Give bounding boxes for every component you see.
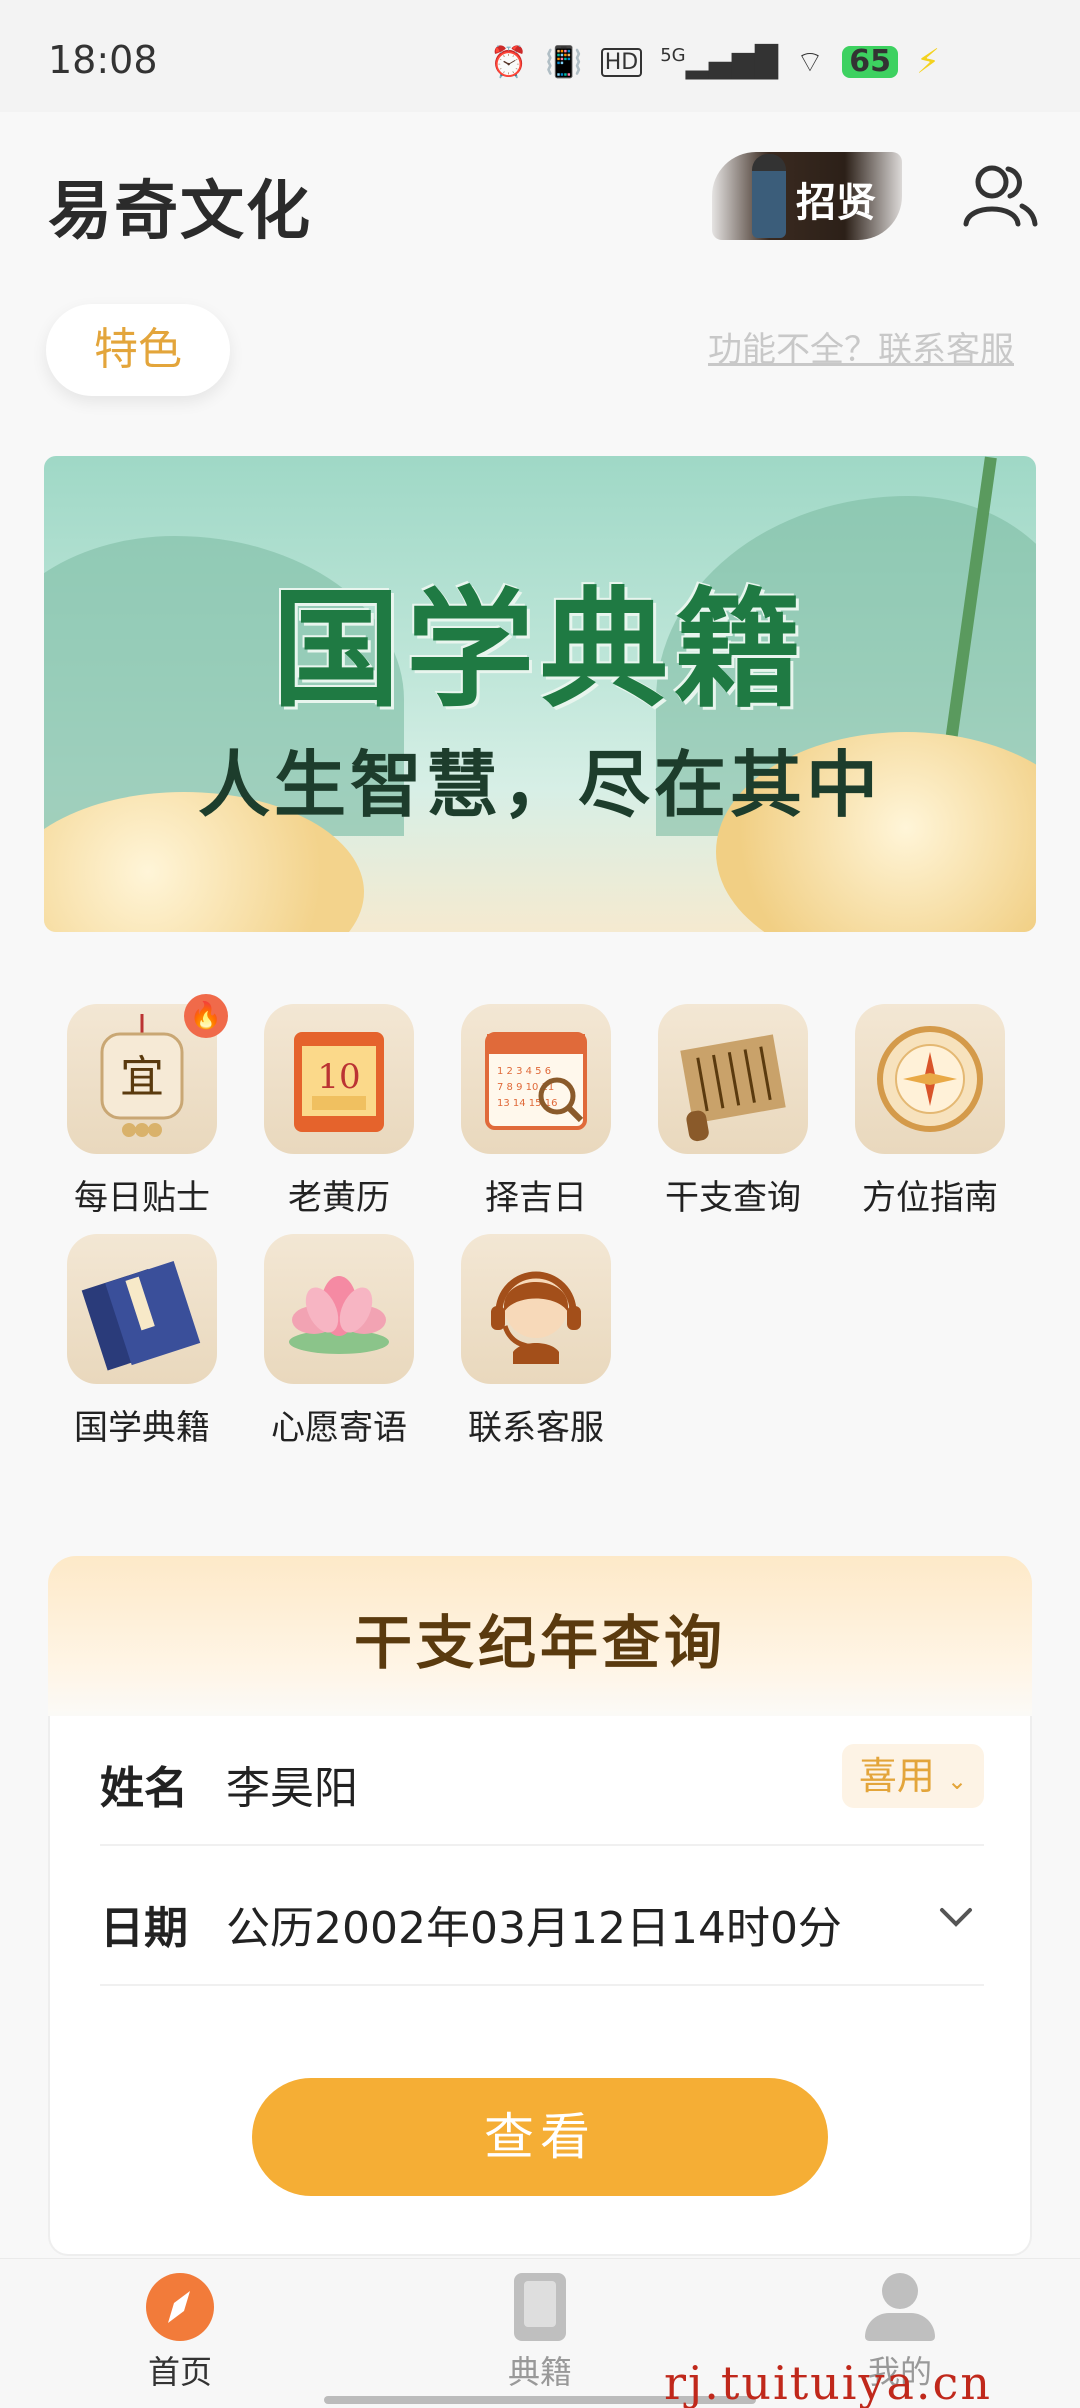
watermark: rj.tuituiya.cn	[664, 2356, 992, 2408]
feature-auspicious-day[interactable]: 1 2 3 4 5 67 8 9 10 11 13 14 15 16 择吉日	[438, 1004, 634, 1219]
app-title: 易奇文化	[48, 175, 312, 249]
headset-agent-icon	[461, 1234, 611, 1384]
nav-label: 首页	[147, 2353, 212, 2391]
gender-select[interactable]: 喜用 ⌄	[842, 1744, 984, 1808]
recruit-banner[interactable]: 招贤	[712, 152, 902, 240]
network-type: 5G	[660, 44, 686, 66]
feature-direction-guide[interactable]: 方位指南	[832, 1004, 1028, 1219]
date-row[interactable]: 日期 公历2002年03月12日14时0分	[100, 1856, 984, 1986]
scholar-figure-icon	[752, 154, 786, 238]
feature-ganzhi-lookup[interactable]: 干支查询	[635, 1004, 831, 1219]
profile-icon	[863, 2273, 937, 2341]
tab-special[interactable]: 特色	[46, 304, 230, 396]
name-field[interactable]: 李昊阳	[226, 1752, 358, 1816]
cellular-signal-icon: 5G▂▄▆█	[660, 44, 778, 80]
banner-subtitle: 人生智慧，尽在其中	[197, 742, 882, 827]
date-label: 日期	[100, 1903, 188, 1954]
recruit-label: 招贤	[796, 179, 876, 226]
status-icons: ⏰ 📳 HD 5G▂▄▆█ ⌔ 65 ⚡	[490, 42, 940, 82]
app-bar: 易奇文化 招贤	[0, 112, 1080, 292]
hot-flame-icon: 🔥	[184, 994, 228, 1038]
hd-icon: HD	[600, 47, 643, 77]
promo-banner[interactable]: 国学典籍 人生智慧，尽在其中	[44, 456, 1036, 932]
banner-title: 国学典籍	[271, 575, 808, 725]
feature-wishes[interactable]: 心愿寄语	[241, 1234, 437, 1449]
calendar-magnifier-icon: 1 2 3 4 5 67 8 9 10 11 13 14 15 16	[461, 1004, 611, 1154]
scroll-icon	[658, 1004, 808, 1154]
compass-needle-icon	[146, 2273, 214, 2341]
status-bar: 18:08 ⏰ 📳 HD 5G▂▄▆█ ⌔ 65 ⚡	[0, 0, 1080, 112]
profile-body	[865, 2313, 935, 2341]
view-button[interactable]: 查看	[252, 2078, 828, 2196]
svg-text:1 2 3 4 5 6: 1 2 3 4 5 6	[497, 1066, 551, 1077]
nav-home[interactable]: 首页	[80, 2273, 280, 2393]
charging-icon: ⚡	[916, 42, 940, 82]
feature-customer-service[interactable]: 联系客服	[438, 1234, 634, 1449]
compass-icon	[855, 1004, 1005, 1154]
alarm-icon: ⏰	[490, 44, 528, 80]
chevron-down-icon: ⌄	[947, 1767, 968, 1795]
nav-classics[interactable]: 典籍	[440, 2273, 640, 2393]
nav-label: 典籍	[507, 2353, 572, 2391]
svg-text:10: 10	[317, 1057, 360, 1097]
profile-head	[882, 2273, 918, 2309]
feature-label: 老黄历	[288, 1178, 390, 1218]
query-card: 姓名 李昊阳 喜用 ⌄ 日期 公历2002年03月12日14时0分 查看	[48, 1716, 1032, 2256]
feature-almanac[interactable]: 10 老黄历	[241, 1004, 437, 1219]
feature-label: 每日贴士	[74, 1178, 210, 1218]
classic-book-icon	[67, 1234, 217, 1384]
name-row: 姓名 李昊阳 喜用 ⌄	[100, 1716, 984, 1846]
battery-icon: 65	[842, 46, 899, 78]
feature-label: 方位指南	[862, 1178, 998, 1218]
feature-label: 联系客服	[468, 1408, 604, 1448]
book-icon	[514, 2273, 566, 2341]
status-time: 18:08	[48, 38, 158, 82]
feature-classics[interactable]: 国学典籍	[44, 1234, 240, 1449]
svg-text:宜: 宜	[120, 1052, 164, 1103]
vibrate-icon: 📳	[545, 44, 583, 80]
feature-label: 择吉日	[485, 1178, 587, 1218]
gender-value: 喜用	[858, 1754, 935, 1798]
wifi-icon: ⌔	[795, 45, 825, 80]
chevron-down-icon[interactable]	[938, 1900, 974, 1936]
lotus-icon	[264, 1234, 414, 1384]
date-field[interactable]: 公历2002年03月12日14时0分	[226, 1892, 842, 1956]
feature-label: 干支查询	[665, 1178, 801, 1218]
calendar-icon: 10	[264, 1004, 414, 1154]
query-card-title: 干支纪年查询	[353, 1609, 726, 1677]
feature-label: 心愿寄语	[271, 1408, 407, 1448]
feature-label: 国学典籍	[74, 1408, 210, 1448]
contact-support-link[interactable]: 功能不全？联系客服	[708, 322, 1014, 371]
query-card-header: 干支纪年查询	[48, 1556, 1032, 1716]
users-icon[interactable]	[960, 156, 1040, 236]
feature-daily-tips[interactable]: 宜 🔥 每日贴士	[44, 994, 240, 1219]
name-label: 姓名	[100, 1763, 188, 1814]
